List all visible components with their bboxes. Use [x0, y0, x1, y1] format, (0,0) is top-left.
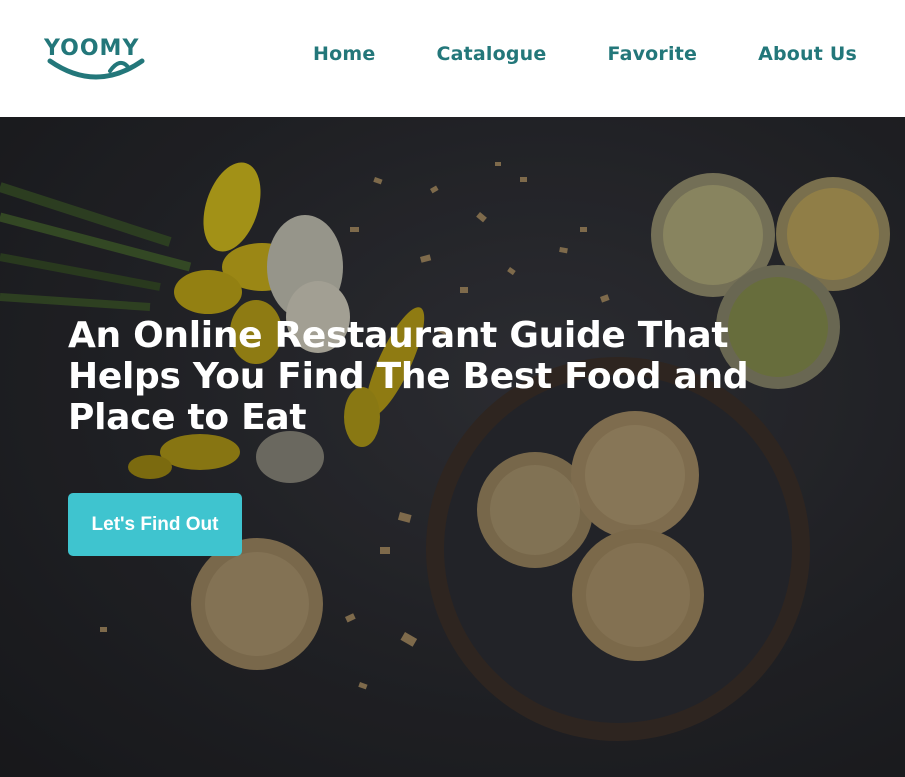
- yoomy-logo-icon: YOOMY: [44, 36, 145, 79]
- nav-catalogue[interactable]: Catalogue: [436, 43, 546, 65]
- hero-dark-overlay: [0, 117, 905, 777]
- lets-find-out-button[interactable]: Let's Find Out: [68, 493, 242, 556]
- nav-home[interactable]: Home: [313, 43, 375, 65]
- yoomy-logo[interactable]: YOOMY: [44, 29, 148, 89]
- hero-title: An Online Restaurant Guide That Helps Yo…: [68, 315, 749, 438]
- nav-about-us[interactable]: About Us: [758, 43, 857, 65]
- hero-section: An Online Restaurant Guide That Helps Yo…: [0, 117, 905, 777]
- top-navbar: YOOMY Home Catalogue Favorite About Us: [0, 0, 905, 117]
- nav-favorite[interactable]: Favorite: [608, 43, 698, 65]
- svg-text:YOOMY: YOOMY: [44, 36, 139, 61]
- main-navigation: Home Catalogue Favorite About Us: [313, 43, 857, 65]
